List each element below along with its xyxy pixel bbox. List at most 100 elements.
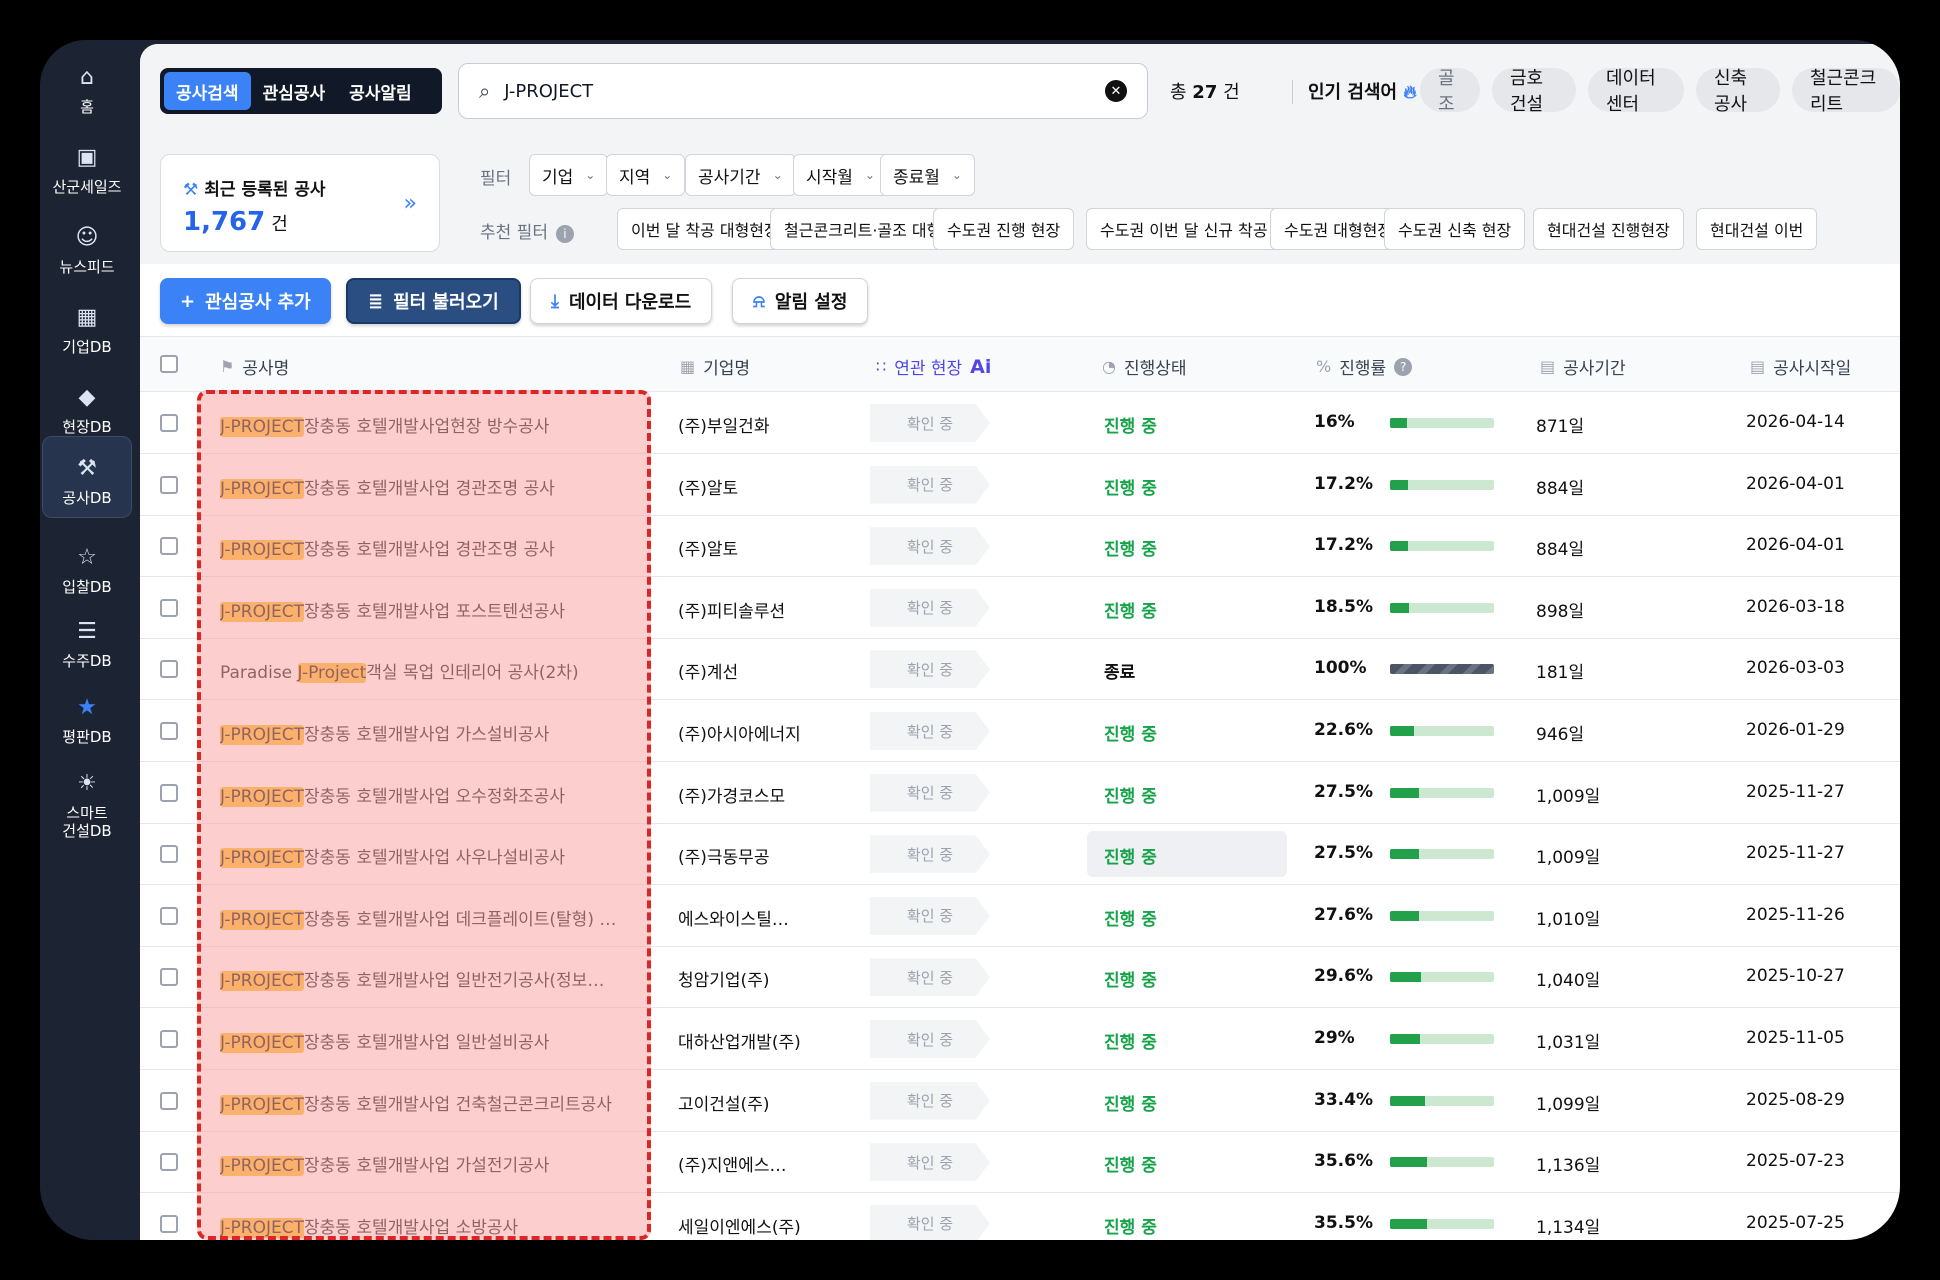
clear-search-icon[interactable]: ✕ bbox=[1105, 80, 1127, 102]
filter-dropdown[interactable]: 기업 ⌄ bbox=[529, 154, 609, 196]
project-name[interactable]: J-PROJECT장충동 호텔개발사업 데크플레이트(탈형) … bbox=[220, 905, 650, 930]
popular-keyword-chip[interactable]: 철근콘크리트 bbox=[1792, 68, 1900, 115]
row-checkbox[interactable] bbox=[160, 598, 178, 617]
related-site-badge[interactable]: 확인 중 bbox=[870, 958, 990, 997]
help-icon[interactable]: ? bbox=[1394, 357, 1413, 376]
sidebar-item-8[interactable]: ★ 평판DB bbox=[42, 686, 132, 752]
project-name[interactable]: J-PROJECT장충동 호텔개발사업현장 방수공사 bbox=[220, 412, 650, 437]
company-name[interactable]: (주)알토 bbox=[678, 474, 808, 499]
filter-dropdown[interactable]: 시작월 ⌄ bbox=[793, 154, 888, 196]
table-row[interactable]: J-PROJECT장충동 호텔개발사업 경관조명 공사 (주)알토 확인 중 진행 중… bbox=[140, 454, 1900, 516]
project-name[interactable]: J-PROJECT장충동 호텔개발사업 가설전기공사 bbox=[220, 1151, 650, 1177]
recommended-filter-chip[interactable]: 수도권 신축 현장 bbox=[1384, 208, 1526, 250]
project-name[interactable]: Paradise J-Project객실 목업 인테리어 공사(2차) bbox=[220, 658, 650, 684]
popular-keyword-chip[interactable]: 골조 bbox=[1420, 68, 1480, 115]
row-checkbox[interactable] bbox=[160, 414, 178, 432]
related-site-badge[interactable]: 확인 중 bbox=[870, 1143, 990, 1182]
alert-settings-button[interactable]: ⍾ 알림 설정 bbox=[732, 278, 869, 324]
table-row[interactable]: J-PROJECT장충동 호텔개발사업현장 방수공사 (주)부일건화 확인 중 진행 … bbox=[140, 392, 1900, 454]
row-checkbox[interactable] bbox=[160, 1153, 178, 1172]
row-checkbox[interactable] bbox=[160, 1030, 178, 1048]
sidebar-item-6[interactable]: ☆ 입찰DB bbox=[42, 536, 132, 602]
table-row[interactable]: Paradise J-Project객실 목업 인테리어 공사(2차) (주)계선… bbox=[140, 638, 1900, 701]
tab-interest-construction[interactable]: 관심공사 bbox=[251, 72, 338, 110]
project-name[interactable]: J-PROJECT장충동 호텔개발사업 건축철근콘크리트공사 bbox=[220, 1090, 650, 1115]
company-name[interactable]: (주)아시아에너지 bbox=[678, 720, 808, 745]
column-status[interactable]: ◔ 진행상태 bbox=[1102, 354, 1187, 379]
column-company[interactable]: ▦ 기업명 bbox=[680, 354, 750, 379]
download-data-button[interactable]: ⤓ 데이터 다운로드 bbox=[530, 278, 713, 324]
filter-dropdown[interactable]: 종료월 ⌄ bbox=[880, 154, 975, 196]
company-name[interactable]: (주)피티솔루션 bbox=[678, 597, 808, 622]
related-site-badge[interactable]: 확인 중 bbox=[870, 712, 990, 750]
recommended-filter-chip[interactable]: 현대건설 진행현장 bbox=[1533, 208, 1684, 250]
related-site-badge[interactable]: 확인 중 bbox=[870, 527, 990, 566]
column-related-site[interactable]: ∷ 연관 현장 Ai bbox=[876, 354, 991, 380]
recommended-filter-chip[interactable]: 현대건설 이번 bbox=[1696, 208, 1818, 250]
related-site-badge[interactable]: 확인 중 bbox=[870, 835, 990, 874]
table-row[interactable]: J-PROJECT장충동 호텔개발사업 건축철근콘크리트공사 고이건설(주) 확인 … bbox=[140, 1070, 1900, 1132]
sidebar-item-4[interactable]: ◆ 현장DB bbox=[42, 376, 132, 442]
table-row[interactable]: J-PROJECT장충동 호텔개발사업 사우나설비공사 (주)극동무공 확인 중 진행… bbox=[140, 823, 1900, 886]
project-name[interactable]: J-PROJECT장충동 호텔개발사업 가스설비공사 bbox=[220, 720, 650, 745]
project-name[interactable]: J-PROJECT장충동 호텔개발사업 포스트텐션공사 bbox=[220, 597, 650, 622]
company-name[interactable]: (주)극동무공 bbox=[678, 843, 808, 868]
row-checkbox[interactable] bbox=[160, 475, 178, 494]
project-name[interactable]: J-PROJECT장충동 호텔개발사업 경관조명 공사 bbox=[220, 535, 650, 561]
row-checkbox[interactable] bbox=[160, 722, 178, 740]
row-checkbox[interactable] bbox=[160, 1214, 178, 1233]
sidebar-item-1[interactable]: ▣ 산군세일즈 bbox=[42, 136, 132, 202]
company-name[interactable]: 청암기업(주) bbox=[678, 966, 808, 991]
row-checkbox[interactable] bbox=[160, 845, 178, 864]
search-input[interactable]: J-PROJECT bbox=[504, 81, 1105, 102]
table-row[interactable]: J-PROJECT장충동 호텔개발사업 가스설비공사 (주)아시아에너지 확인 중 진… bbox=[140, 700, 1900, 762]
tab-construction-search[interactable]: 공사검색 bbox=[164, 72, 251, 110]
company-name[interactable]: (주)가경코스모 bbox=[678, 782, 808, 807]
table-row[interactable]: J-PROJECT장충동 호텔개발사업 일반전기공사(정보… 청암기업(주) 확인 … bbox=[140, 946, 1900, 1009]
sidebar-item-2[interactable]: ☺ 뉴스피드 bbox=[42, 216, 132, 282]
row-checkbox[interactable] bbox=[160, 537, 178, 556]
company-name[interactable]: (주)계선 bbox=[678, 658, 808, 683]
column-period[interactable]: ▤ 공사기간 bbox=[1540, 354, 1626, 379]
table-row[interactable]: J-PROJECT장충동 호텔개발사업 경관조명 공사 (주)알토 확인 중 진행 중… bbox=[140, 515, 1900, 578]
popular-keyword-chip[interactable]: 금호건설 bbox=[1492, 68, 1576, 115]
project-name[interactable]: J-PROJECT장충동 호텔개발사업 경관조명 공사 bbox=[220, 474, 650, 499]
related-site-badge[interactable]: 확인 중 bbox=[870, 1020, 990, 1058]
column-name[interactable]: ⚑ 공사명 bbox=[220, 354, 289, 379]
popular-keyword-chip[interactable]: 신축공사 bbox=[1696, 68, 1780, 115]
row-checkbox[interactable] bbox=[160, 660, 178, 679]
popular-keyword-chip[interactable]: 데이터센터 bbox=[1588, 68, 1684, 115]
related-site-badge[interactable]: 확인 중 bbox=[870, 404, 990, 442]
company-name[interactable]: (주)알토 bbox=[678, 535, 808, 560]
project-name[interactable]: J-PROJECT장충동 호텔개발사업 소방공사 bbox=[220, 1213, 650, 1238]
row-checkbox[interactable] bbox=[160, 783, 178, 802]
company-name[interactable]: 대하산업개발(주) bbox=[678, 1028, 808, 1053]
row-checkbox[interactable] bbox=[160, 1091, 178, 1110]
related-site-badge[interactable]: 확인 중 bbox=[870, 773, 990, 812]
table-row[interactable]: J-PROJECT장충동 호텔개발사업 오수정화조공사 (주)가경코스모 확인 중 진… bbox=[140, 762, 1900, 824]
company-name[interactable]: (주)부일건화 bbox=[678, 412, 808, 437]
select-all-checkbox[interactable] bbox=[160, 355, 178, 373]
sidebar-item-7[interactable]: ☰ 수주DB bbox=[42, 610, 132, 676]
recent-registered-card[interactable]: ⚒ 최근 등록된 공사 1,767 건 » bbox=[160, 154, 440, 252]
company-name[interactable]: 고이건설(주) bbox=[678, 1090, 808, 1115]
related-site-badge[interactable]: 확인 중 bbox=[870, 896, 990, 935]
related-site-badge[interactable]: 확인 중 bbox=[870, 465, 990, 504]
table-row[interactable]: J-PROJECT장충동 호텔개발사업 가설전기공사 (주)지앤에스… 확인 중 진행… bbox=[140, 1131, 1900, 1194]
project-name[interactable]: J-PROJECT장충동 호텔개발사업 일반설비공사 bbox=[220, 1028, 650, 1053]
recommended-filter-chip[interactable]: 수도권 진행 현장 bbox=[933, 208, 1075, 250]
tab-construction-alerts[interactable]: 공사알림 bbox=[337, 72, 424, 110]
recommended-filter-chip[interactable]: 이번 달 착공 대형현장 bbox=[617, 208, 793, 250]
row-checkbox[interactable] bbox=[160, 906, 178, 925]
related-site-badge[interactable]: 확인 중 bbox=[870, 1081, 990, 1120]
sidebar-item-9[interactable]: ☀ 스마트 건설DB bbox=[42, 762, 132, 846]
recommended-filter-chip[interactable]: 수도권 이번 달 신규 착공 bbox=[1086, 208, 1282, 250]
row-checkbox[interactable] bbox=[160, 968, 178, 987]
table-row[interactable]: J-PROJECT장충동 호텔개발사업 일반설비공사 대하산업개발(주) 확인 중 진… bbox=[140, 1008, 1900, 1070]
project-name[interactable]: J-PROJECT장충동 호텔개발사업 오수정화조공사 bbox=[220, 782, 650, 807]
project-name[interactable]: J-PROJECT장충동 호텔개발사업 사우나설비공사 bbox=[220, 843, 650, 869]
related-site-badge[interactable]: 확인 중 bbox=[870, 588, 990, 627]
company-name[interactable]: 에스와이스틸… bbox=[678, 905, 808, 930]
recommended-filter-chip[interactable]: 철근콘크리트·골조 대형 bbox=[770, 208, 956, 250]
add-interest-button[interactable]: + 관심공사 추가 bbox=[160, 278, 331, 324]
